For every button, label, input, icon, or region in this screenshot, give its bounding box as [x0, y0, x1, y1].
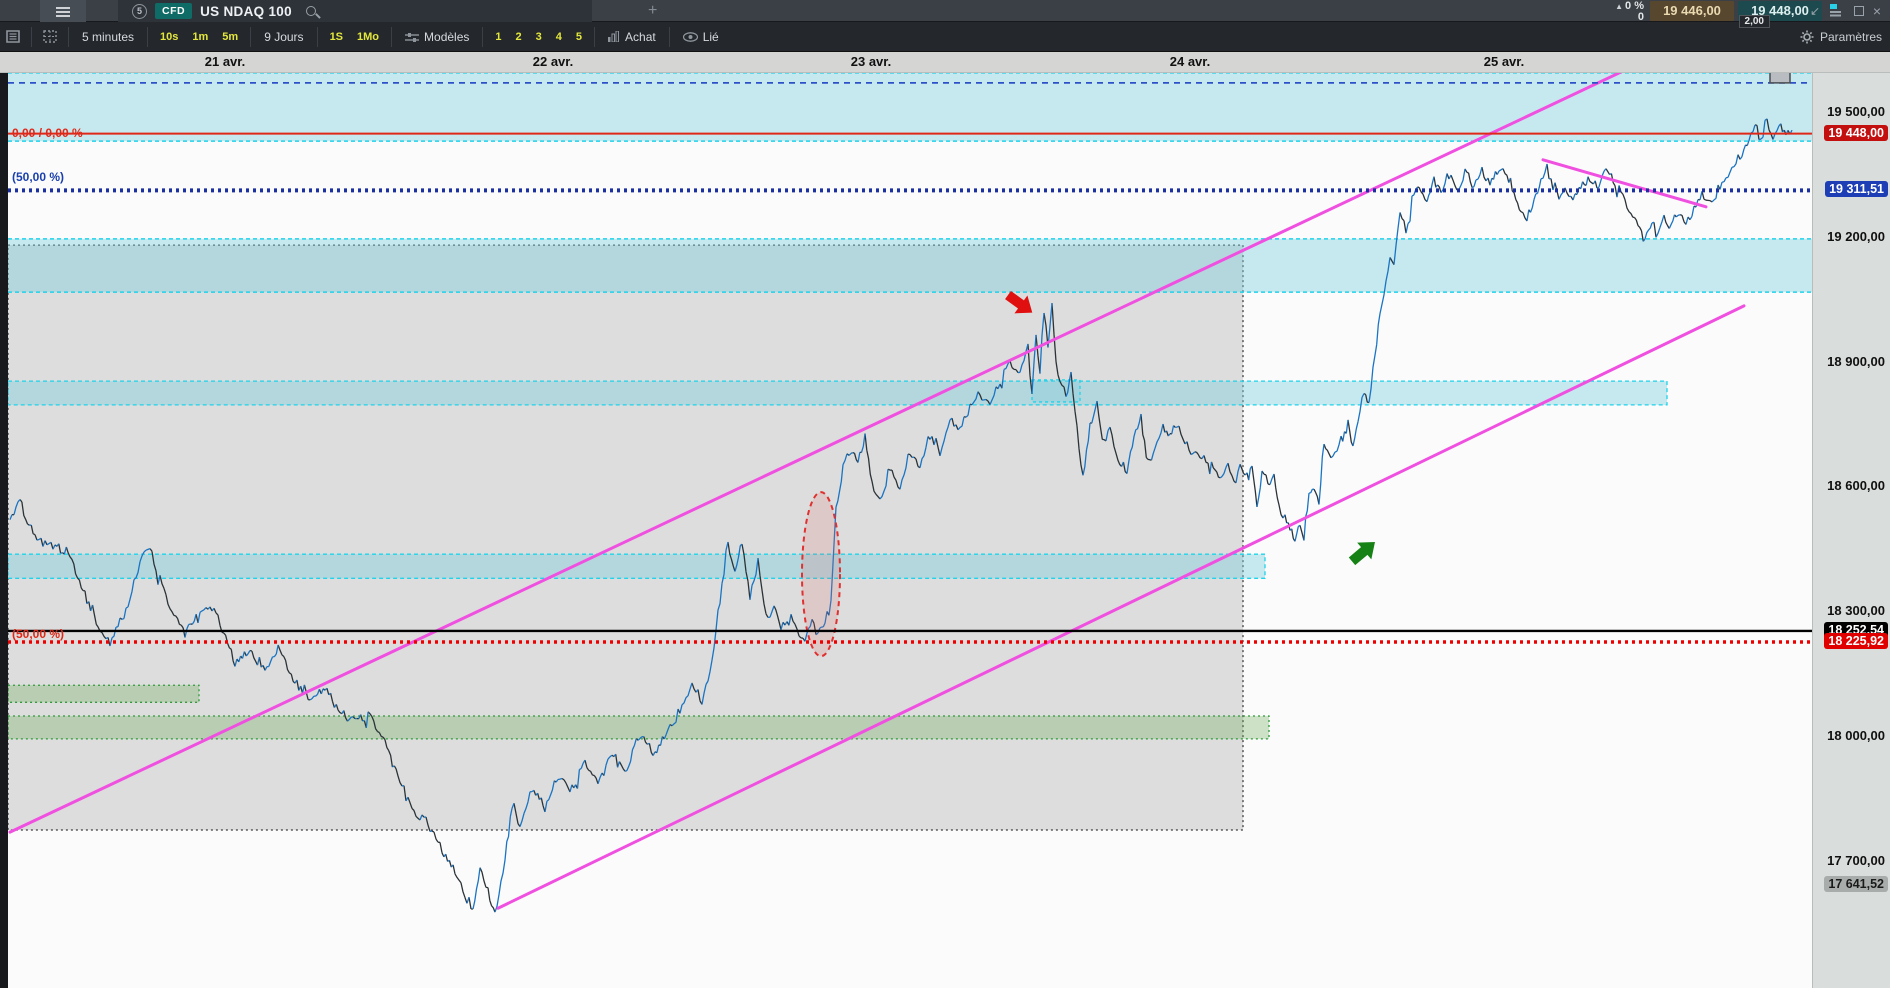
model-2-button[interactable]: 2: [509, 26, 529, 48]
models-label: Modèles: [424, 29, 470, 44]
date-label: 22 avr.: [532, 54, 574, 69]
up-triangle-icon: ▲: [1615, 2, 1624, 11]
green-zone-small[interactable]: [8, 685, 199, 703]
chart-canvas[interactable]: 0,00 / 0,00 % (50,00 %) (50,00 %): [8, 73, 1812, 988]
daily-change: ▲ 0 % 0: [1574, 1, 1644, 23]
toolbar-separator: [668, 26, 670, 47]
maximize-window-icon[interactable]: [1854, 6, 1864, 16]
lie-label: Lié: [702, 29, 719, 44]
sell-button[interactable]: 19 446,00: [1650, 1, 1734, 21]
axis-tick: 19 200,00: [1827, 228, 1885, 244]
model-5-button[interactable]: 5: [569, 26, 589, 48]
green-zone-wide[interactable]: [8, 716, 1269, 739]
main-menu-button[interactable]: [40, 0, 86, 22]
range-button[interactable]: 9 Jours: [256, 26, 311, 48]
gear-icon: [1800, 30, 1814, 44]
lie-button[interactable]: Lié: [675, 26, 727, 48]
price-axis[interactable]: 19 500,00 19 200,00 18 900,00 18 600,00 18 3…: [1812, 73, 1890, 988]
house-alert-marker[interactable]: [1769, 73, 1791, 84]
fib-50-lower-badge: 18 225,92: [1824, 633, 1888, 650]
toolbar-separator: [68, 26, 69, 47]
toolbar-separator: [31, 26, 32, 47]
workspaces-icon-square: [1830, 4, 1837, 9]
selection-gray-box[interactable]: [8, 245, 1243, 831]
toolbar-separator: [482, 26, 484, 47]
date-axis[interactable]: 21 avr. 22 avr. 23 avr. 24 avr. 25 avr.: [0, 52, 1890, 73]
axis-tick: 19 500,00: [1827, 104, 1885, 119]
instrument-tab[interactable]: 5 CFD US NDAQ 100: [118, 0, 592, 22]
axis-tick: 18 600,00: [1827, 478, 1885, 494]
spread-badge: 2,00: [1738, 15, 1770, 28]
instrument-title: US NDAQ 100: [200, 3, 292, 19]
date-label: 25 avr.: [1483, 54, 1525, 69]
models-button[interactable]: Modèles: [397, 26, 477, 48]
date-label: 21 avr.: [204, 54, 246, 69]
achat-label: Achat: [625, 29, 656, 44]
session-low-ref-badge: 17 641,52: [1824, 876, 1888, 893]
axis-corner: [1812, 52, 1890, 73]
toolbar-separator: [391, 26, 393, 47]
axis-tick: 18 900,00: [1827, 353, 1885, 369]
timeframe-5m-button[interactable]: 5m: [215, 26, 245, 48]
price-chart-svg[interactable]: [8, 73, 1812, 988]
cyan-zone-18850[interactable]: [8, 381, 1667, 405]
properties-list-icon[interactable]: [0, 26, 26, 48]
workspaces-icon-lines: [1830, 11, 1841, 13]
trading-platform-window: 5 CFD US NDAQ 100 + ▲ 0 % 0 19 446,00 19 …: [0, 0, 1890, 988]
fib-50-upper-badge: 19 311,51: [1825, 181, 1888, 198]
timeframe-button[interactable]: 5 minutes: [74, 26, 142, 48]
date-label: 24 avr.: [1169, 54, 1211, 69]
minimize-window-icon[interactable]: ↙: [1806, 0, 1824, 22]
collapsed-side-strip[interactable]: [0, 52, 8, 988]
instrument-count-icon: 5: [132, 3, 147, 19]
volume-bars-icon: [608, 31, 620, 42]
parametres-label: Paramètres: [1819, 30, 1882, 44]
cyan-zone-18400[interactable]: [8, 554, 1265, 579]
close-window-icon[interactable]: ×: [1868, 0, 1886, 22]
title-bar: 5 CFD US NDAQ 100 + ▲ 0 % 0 19 446,00 19 …: [0, 0, 1890, 28]
timeframe-1m-button[interactable]: 1m: [185, 26, 215, 48]
parametres-button[interactable]: Paramètres: [1800, 22, 1882, 52]
new-tab-button[interactable]: +: [640, 0, 665, 22]
toolbar-separator: [250, 26, 252, 47]
range-1s-button[interactable]: 1S: [323, 26, 350, 48]
change-absolute: 0: [1637, 11, 1644, 23]
chart-toolbar: 5 minutes 10s 1m 5m 9 Jours 1S 1Mo Modèl…: [0, 22, 1890, 52]
workspaces-icon[interactable]: [1830, 4, 1842, 17]
current-price-line-badge: 19 448,00: [1824, 124, 1888, 141]
cyan-zone-19200[interactable]: [8, 238, 1812, 293]
toolbar-separator: [316, 26, 318, 47]
axis-tick: 18 300,00: [1827, 603, 1885, 619]
range-1mo-button[interactable]: 1Mo: [350, 26, 386, 48]
toolbar-separator: [147, 26, 149, 47]
sliders-icon: [405, 32, 419, 42]
model-1-button[interactable]: 1: [488, 26, 508, 48]
cfd-badge: CFD: [155, 3, 193, 19]
hamburger-icon: [56, 7, 70, 9]
timeframe-10s-button[interactable]: 10s: [153, 26, 185, 48]
layout-grid-icon[interactable]: [37, 26, 63, 48]
search-icon[interactable]: [305, 6, 316, 16]
model-3-button[interactable]: 3: [529, 26, 549, 48]
eye-icon: [682, 31, 698, 42]
axis-tick: 17 700,00: [1827, 852, 1885, 868]
achat-button[interactable]: Achat: [600, 26, 664, 48]
toolbar-separator: [594, 26, 596, 47]
date-label: 23 avr.: [850, 54, 892, 69]
model-4-button[interactable]: 4: [549, 26, 569, 48]
axis-tick: 18 000,00: [1827, 728, 1885, 743]
